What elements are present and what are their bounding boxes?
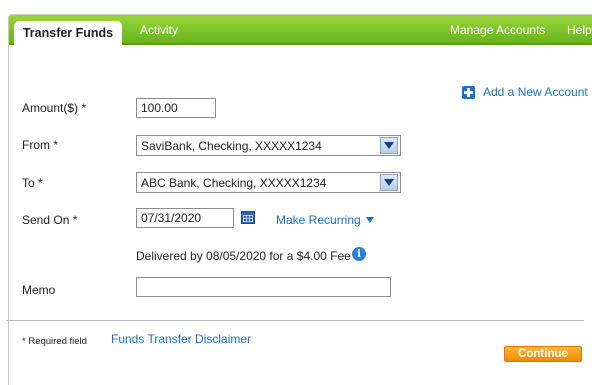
from-account-value: SaviBank, Checking, XXXXX1234 bbox=[141, 138, 322, 153]
tab-help[interactable]: Help bbox=[567, 15, 592, 45]
tab-bar: Transfer Funds Activity Manage Accounts … bbox=[9, 15, 592, 45]
continue-button[interactable]: Continue bbox=[504, 346, 582, 362]
funds-transfer-disclaimer-link[interactable]: Funds Transfer Disclaimer bbox=[111, 332, 251, 346]
info-icon[interactable]: i bbox=[352, 247, 366, 261]
amount-label: Amount($) * bbox=[22, 101, 87, 115]
send-on-date-input[interactable] bbox=[136, 208, 234, 228]
to-account-select[interactable]: ABC Bank, Checking, XXXXX1234 bbox=[136, 172, 401, 193]
calendar-icon[interactable] bbox=[241, 211, 255, 224]
to-label: To * bbox=[22, 176, 43, 190]
add-new-account-link[interactable]: Add a New Account bbox=[483, 85, 588, 99]
make-recurring-link[interactable]: Make Recurring bbox=[276, 213, 361, 227]
app-frame: Transfer Funds Activity Manage Accounts … bbox=[8, 14, 592, 385]
to-dropdown-arrow-icon[interactable] bbox=[380, 174, 398, 191]
from-dropdown-arrow-icon[interactable] bbox=[380, 137, 398, 154]
make-recurring-chevron-down-icon[interactable] bbox=[366, 217, 374, 223]
from-account-select[interactable]: SaviBank, Checking, XXXXX1234 bbox=[136, 135, 401, 156]
required-field-note: * Required field bbox=[22, 336, 87, 347]
tab-activity[interactable]: Activity bbox=[140, 15, 178, 45]
delivery-note: Delivered by 08/05/2020 for a $4.00 Fee bbox=[136, 249, 351, 263]
memo-input[interactable] bbox=[136, 277, 391, 297]
to-account-value: ABC Bank, Checking, XXXXX1234 bbox=[141, 175, 327, 190]
send-on-label: Send On * bbox=[22, 213, 78, 227]
plus-icon[interactable] bbox=[462, 86, 475, 99]
from-label: From * bbox=[22, 138, 58, 152]
tab-manage-accounts[interactable]: Manage Accounts bbox=[450, 15, 545, 45]
memo-label: Memo bbox=[22, 283, 56, 297]
divider bbox=[6, 320, 584, 321]
amount-input[interactable] bbox=[136, 98, 216, 118]
tab-transfer-funds[interactable]: Transfer Funds bbox=[14, 21, 122, 45]
